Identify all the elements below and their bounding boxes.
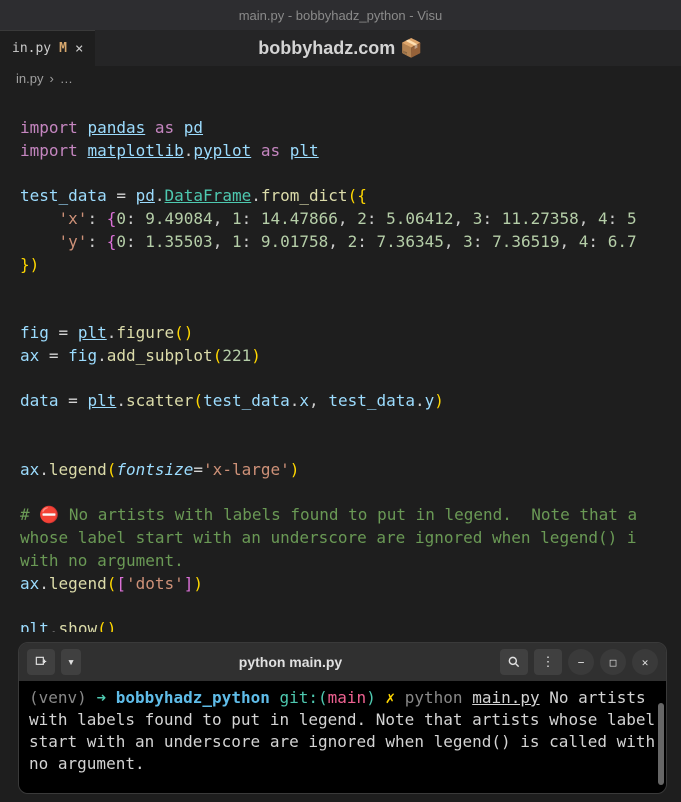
module-pandas: pandas [87,118,145,137]
paren-close: }) [20,255,39,274]
str-key: 'x' [59,209,88,228]
alias-pd: pd [184,118,203,137]
prompt-cmd: python [405,688,463,707]
editor-tab-bar: in.py M × bobbyhadz.com 📦 [0,30,681,66]
terminal-minimize-button[interactable]: − [568,649,594,675]
prompt-dirty-icon: ✗ [385,688,395,707]
terminal-close-button[interactable]: ✕ [632,649,658,675]
tab-modified-indicator: M [59,41,67,56]
class-dataframe: DataFrame [165,186,252,205]
alias-plt: plt [290,141,319,160]
func-from-dict: from_dict [261,186,348,205]
terminal-search-button[interactable] [500,649,528,675]
keyword-import: import [20,118,78,137]
dot: . [251,186,261,205]
keyword-as: as [155,118,174,137]
var: test_data [20,186,107,205]
prompt-git: git:( [279,688,327,707]
terminal-header: ▾ python main.py ⋮ − □ ✕ [19,643,666,681]
op-eq: = [107,186,136,205]
tab-label: in.py [12,41,51,56]
comment: whose label start with an underscore are… [20,528,637,547]
window-title-bar: main.py - bobbyhadz_python - Visu [0,0,681,30]
terminal-new-tab-button[interactable] [27,649,55,675]
breadcrumb-file: in.py [16,71,43,86]
mod-pd: pd [136,186,155,205]
dot: . [155,186,165,205]
breadcrumb[interactable]: in.py › … [0,66,681,90]
terminal-body[interactable]: (venv) ➜ bobbyhadz_python git:(main) ✗ p… [19,681,666,793]
terminal-panel: ▾ python main.py ⋮ − □ ✕ (venv) ➜ bobbyh… [18,642,667,794]
prompt-arrow: ➜ [96,688,106,707]
terminal-dropdown-button[interactable]: ▾ [61,649,81,675]
prompt-branch: main [328,688,367,707]
module-pyplot: pyplot [193,141,251,160]
terminal-maximize-button[interactable]: □ [600,649,626,675]
module-matplotlib: matplotlib [87,141,183,160]
paren-open: ({ [348,186,367,205]
terminal-menu-button[interactable]: ⋮ [534,649,562,675]
prompt-venv: (venv) [29,688,87,707]
prompt-file: main.py [472,688,539,707]
keyword-import: import [20,141,78,160]
prompt-path: bobbyhadz_python [116,688,270,707]
window-title: main.py - bobbyhadz_python - Visu [239,8,443,23]
terminal-scrollbar[interactable] [658,703,664,785]
keyword-as: as [261,141,280,160]
watermark-overlay: bobbyhadz.com 📦 [258,38,422,59]
comment: # ⛔️ No artists with labels found to put… [20,505,637,524]
file-tab[interactable]: in.py M × [0,30,95,66]
str-key: 'y' [59,232,88,251]
dot: . [184,141,194,160]
breadcrumb-ellipsis: … [60,71,73,86]
breadcrumb-separator: › [49,71,53,86]
comment: with no argument. [20,551,184,570]
terminal-title: python main.py [87,654,494,670]
tab-close-icon[interactable]: × [75,41,83,57]
code-editor[interactable]: import pandas as pd import matplotlib.py… [0,90,681,632]
